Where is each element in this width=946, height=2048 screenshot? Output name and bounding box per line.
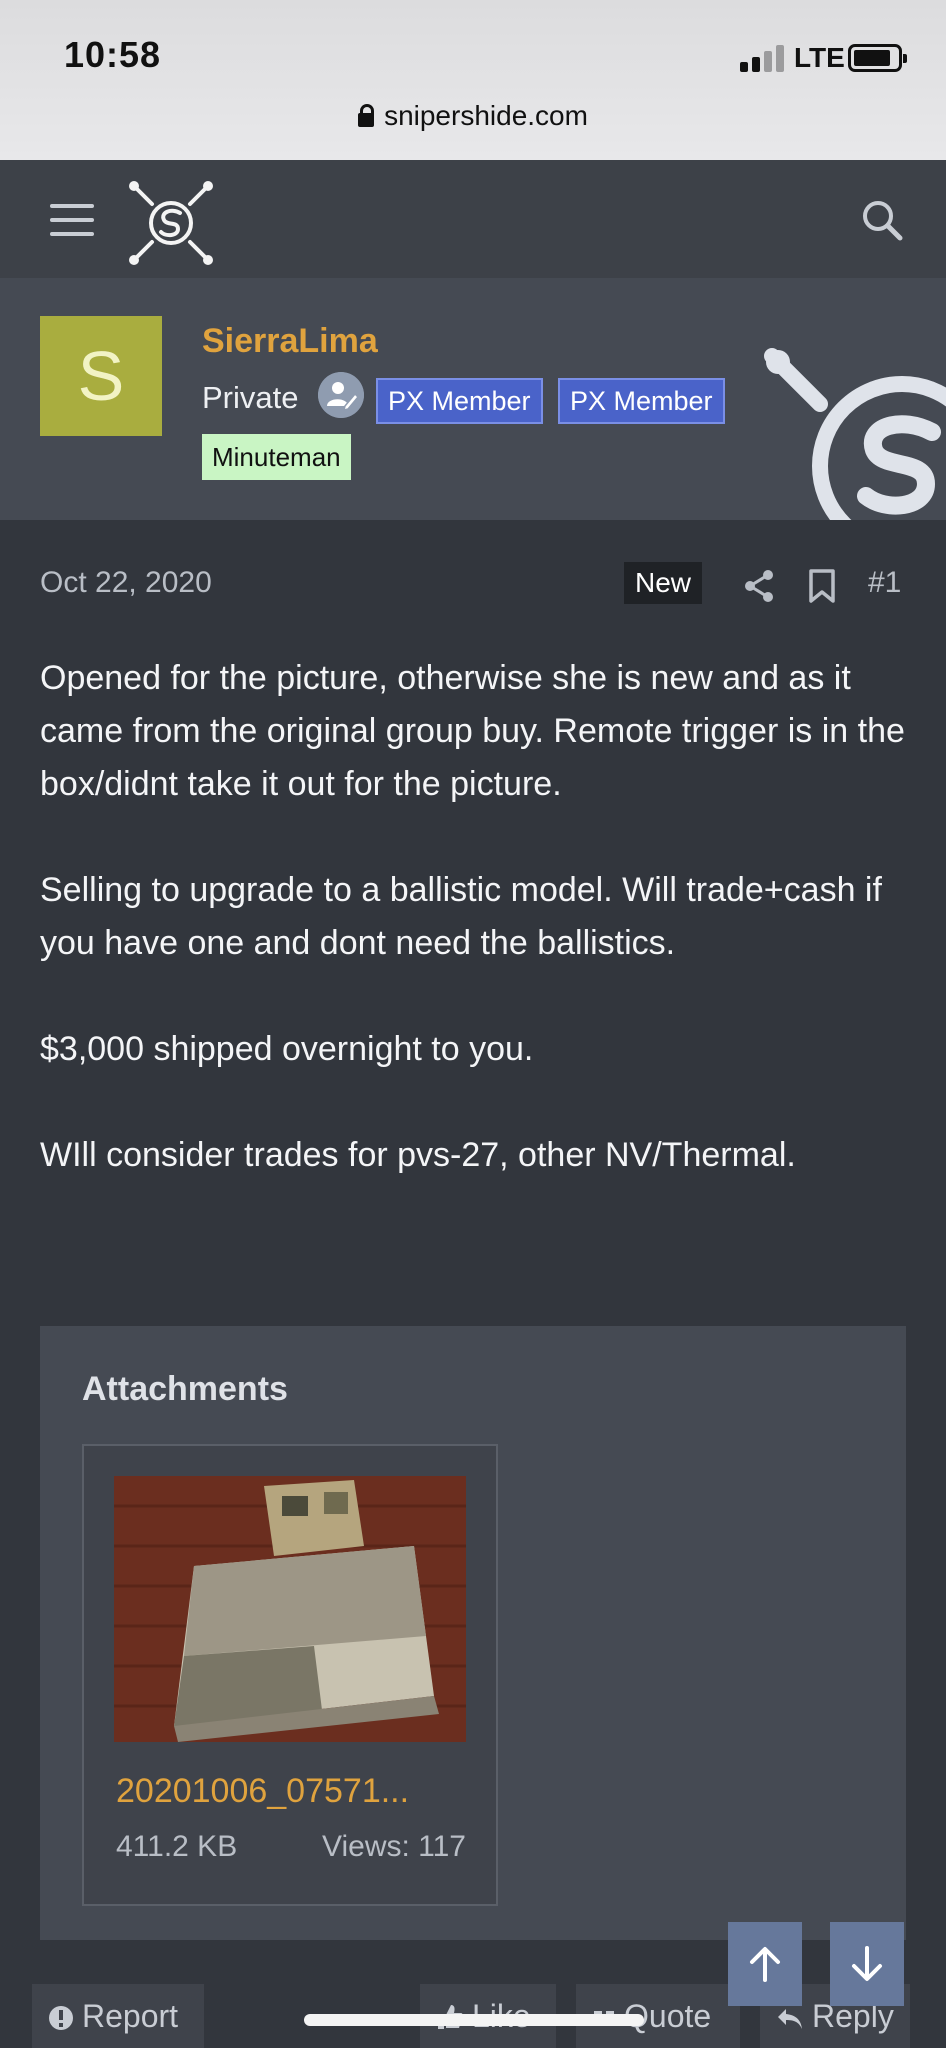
report-button[interactable]: Report: [32, 1984, 204, 2048]
attachment-card[interactable]: 20201006_07571... 411.2 KB Views: 117: [82, 1444, 498, 1906]
battery-icon: [848, 44, 907, 72]
address-bar[interactable]: snipershide.com: [0, 100, 946, 132]
user-rank: Private: [202, 380, 299, 415]
bookmark-icon[interactable]: [808, 568, 836, 604]
report-label: Report: [82, 1998, 179, 2034]
arrow-up-icon: [750, 1947, 780, 1982]
browser-top-bar: 10:58 LTE snipershide.com: [0, 0, 946, 160]
attachment-filename[interactable]: 20201006_07571...: [116, 1772, 409, 1811]
scroll-top-button[interactable]: [728, 1922, 802, 2006]
post-paragraph: WIll consider trades for pvs-27, other N…: [40, 1136, 796, 1174]
user-edit-icon: [318, 372, 364, 418]
scroll-bottom-button[interactable]: [830, 1922, 904, 2006]
status-time: 10:58: [64, 34, 162, 75]
hamburger-icon[interactable]: [50, 204, 94, 236]
arrow-down-icon: [852, 1946, 882, 1981]
attachment-size: 411.2 KB: [116, 1830, 238, 1863]
url-text: snipershide.com: [384, 100, 588, 131]
share-icon[interactable]: [742, 568, 776, 604]
username-link[interactable]: SierraLima: [202, 322, 378, 361]
carrier-label: LTE: [794, 42, 845, 73]
post-number-link[interactable]: #1: [868, 566, 901, 600]
post-date[interactable]: Oct 22, 2020: [40, 566, 212, 600]
home-indicator[interactable]: [304, 2014, 644, 2026]
avatar[interactable]: S: [40, 316, 162, 436]
attachment-thumbnail-image[interactable]: [114, 1476, 466, 1742]
minuteman-badge: Minuteman: [202, 434, 351, 480]
alert-icon: [49, 2006, 73, 2030]
snipershide-logo-icon[interactable]: [128, 180, 214, 266]
post-paragraph: Selling to upgrade to a ballistic model.…: [40, 871, 882, 962]
signal-icon: [740, 44, 786, 72]
attachments-title: Attachments: [82, 1370, 288, 1408]
attachment-views: Views: 117: [322, 1830, 466, 1863]
px-member-badge: PX Member: [376, 378, 543, 424]
post-paragraph: $3,000 shipped overnight to you.: [40, 1030, 534, 1068]
px-member-badge: PX Member: [558, 378, 725, 424]
reply-icon: [778, 2009, 802, 2029]
lock-icon: [358, 104, 375, 127]
attachments-panel: Attachments 20201006_07571... 411.2 KB V…: [40, 1326, 906, 1940]
post-paragraph: Opened for the picture, otherwise she is…: [40, 659, 905, 803]
search-icon[interactable]: [858, 196, 906, 244]
site-header: [0, 160, 946, 278]
new-badge: New: [624, 562, 703, 604]
post-body: Opened for the picture, otherwise she is…: [40, 652, 920, 1235]
watermark-logo-icon: [764, 348, 946, 520]
user-banner: S SierraLima Private PX Member PX Member…: [0, 278, 946, 520]
